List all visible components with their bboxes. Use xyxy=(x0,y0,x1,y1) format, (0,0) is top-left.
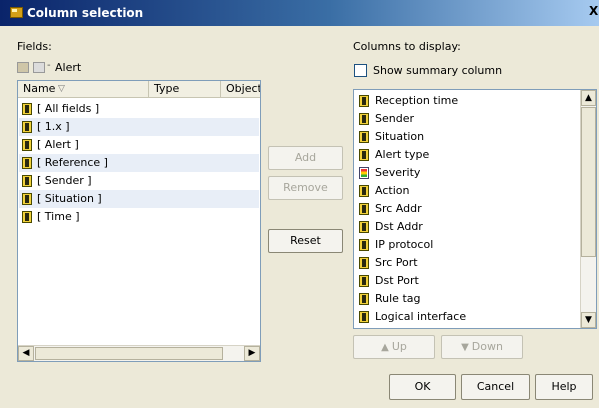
severity-icon xyxy=(359,167,369,179)
sort-icon: ▽ xyxy=(58,84,65,94)
help-button[interactable]: Help xyxy=(535,374,593,400)
column-icon xyxy=(359,239,369,251)
breadcrumb-alert[interactable]: Alert xyxy=(55,61,81,74)
column-item[interactable]: Logical interface xyxy=(356,308,578,326)
add-button[interactable]: Add xyxy=(268,146,343,170)
ok-button[interactable]: OK xyxy=(389,374,456,400)
field-icon xyxy=(22,121,32,133)
field-row[interactable]: [ 1.x ] xyxy=(19,118,259,136)
field-icon xyxy=(22,193,32,205)
field-icon xyxy=(22,103,32,115)
field-icon xyxy=(22,139,32,151)
column-icon xyxy=(359,203,369,215)
horizontal-scrollbar[interactable]: ◀ ▶ xyxy=(18,345,260,361)
vertical-scrollbar[interactable]: ▲ ▼ xyxy=(580,90,596,328)
column-icon xyxy=(359,275,369,287)
column-item[interactable]: Action xyxy=(356,182,578,200)
move-up-button[interactable]: ▲ Up xyxy=(353,335,435,359)
field-row[interactable]: [ Reference ] xyxy=(19,154,259,172)
scroll-down-icon[interactable]: ▼ xyxy=(581,312,596,328)
column-icon xyxy=(359,131,369,143)
scroll-left-icon[interactable]: ◀ xyxy=(18,346,34,361)
close-button[interactable]: X xyxy=(589,4,599,22)
column-item[interactable]: Dst Port xyxy=(356,272,578,290)
column-item[interactable]: Situation xyxy=(356,128,578,146)
column-icon xyxy=(359,113,369,125)
field-icon xyxy=(22,175,32,187)
column-item[interactable]: Src Addr xyxy=(356,200,578,218)
field-row[interactable]: [ All fields ] xyxy=(19,100,259,118)
column-item[interactable]: Alert type xyxy=(356,146,578,164)
window-title: Column selection xyxy=(27,6,144,20)
show-summary-checkbox[interactable] xyxy=(354,64,367,77)
column-item[interactable]: Severity xyxy=(356,164,578,182)
column-header-name[interactable]: Name ▽ xyxy=(18,81,149,98)
columns-to-display-list[interactable]: Reception time Sender Situation Alert ty… xyxy=(353,89,597,329)
column-icon xyxy=(359,311,369,323)
cancel-button[interactable]: Cancel xyxy=(461,374,530,400)
scroll-up-icon[interactable]: ▲ xyxy=(581,90,596,106)
fields-list-header: Name ▽ Type Object xyxy=(18,81,260,98)
field-row[interactable]: [ Sender ] xyxy=(19,172,259,190)
reset-button[interactable]: Reset xyxy=(268,229,343,253)
field-row[interactable]: [ Alert ] xyxy=(19,136,259,154)
title-bar[interactable]: Column selection X xyxy=(0,0,599,26)
remove-button[interactable]: Remove xyxy=(268,176,343,200)
field-row[interactable]: [ Situation ] xyxy=(19,190,259,208)
show-summary-label[interactable]: Show summary column xyxy=(373,64,502,77)
column-header-object[interactable]: Object xyxy=(221,81,260,98)
folder-icon[interactable] xyxy=(17,62,29,73)
scroll-thumb[interactable] xyxy=(35,347,223,360)
column-icon xyxy=(359,185,369,197)
document-icon[interactable] xyxy=(33,62,45,73)
column-icon xyxy=(359,257,369,269)
move-down-button[interactable]: ▼ Down xyxy=(441,335,523,359)
arrow-down-icon: ▼ xyxy=(461,342,469,353)
chevron-right-icon: - xyxy=(47,60,51,71)
app-icon xyxy=(10,7,23,18)
column-icon xyxy=(359,95,369,107)
arrow-up-icon: ▲ xyxy=(381,342,389,353)
fields-label: Fields: xyxy=(17,40,52,53)
column-item[interactable]: Reception time xyxy=(356,92,578,110)
field-icon xyxy=(22,211,32,223)
column-item[interactable]: Src Port xyxy=(356,254,578,272)
scroll-right-icon[interactable]: ▶ xyxy=(244,346,260,361)
column-item[interactable]: Dst Addr xyxy=(356,218,578,236)
column-header-type[interactable]: Type xyxy=(149,81,221,98)
field-row[interactable]: [ Time ] xyxy=(19,208,259,226)
columns-to-display-label: Columns to display: xyxy=(353,40,461,53)
scroll-thumb[interactable] xyxy=(581,107,596,257)
column-item[interactable]: Sender xyxy=(356,110,578,128)
column-icon xyxy=(359,221,369,233)
column-item[interactable]: Rule tag xyxy=(356,290,578,308)
column-icon xyxy=(359,293,369,305)
column-icon xyxy=(359,149,369,161)
fields-list[interactable]: Name ▽ Type Object [ All fields ] [ 1.x … xyxy=(17,80,261,362)
field-icon xyxy=(22,157,32,169)
column-item[interactable]: IP protocol xyxy=(356,236,578,254)
